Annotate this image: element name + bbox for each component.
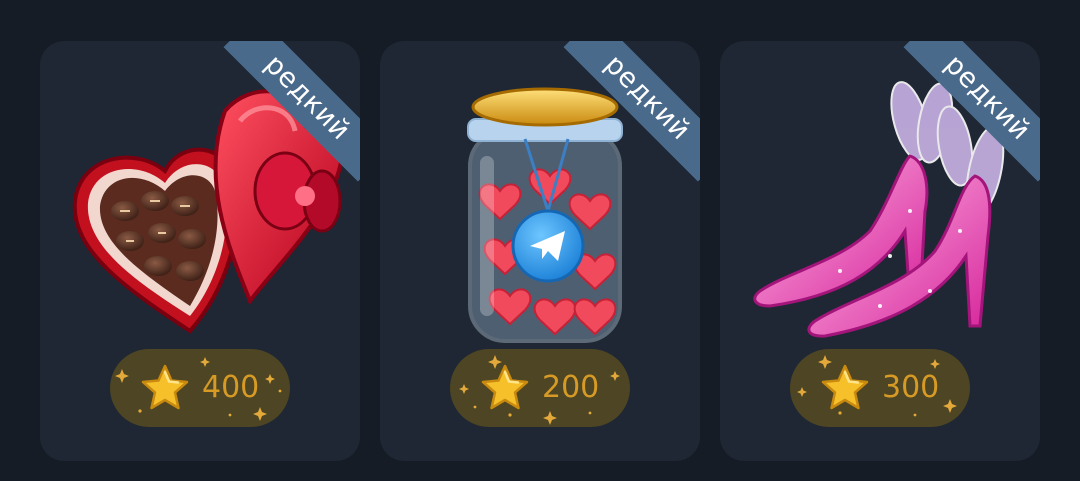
- star-icon: [481, 364, 529, 410]
- price-value: 200: [542, 370, 600, 405]
- price-value: 300: [882, 370, 940, 405]
- gift-card-jar[interactable]: редкий 200: [380, 41, 700, 461]
- gift-card-chocolates[interactable]: редкий 400: [40, 41, 360, 461]
- sparkles-decoration: [115, 357, 282, 421]
- price-button[interactable]: 400: [110, 349, 290, 427]
- price-button[interactable]: 200: [450, 349, 630, 427]
- gift-card-shoes[interactable]: редкий 300: [720, 41, 1040, 461]
- gifts-row: редкий 400 редкий 200 редкий 300: [0, 0, 1080, 481]
- sparkles-decoration: [797, 355, 957, 417]
- price-button[interactable]: 300: [790, 349, 970, 427]
- sparkles-decoration: [459, 355, 620, 425]
- star-icon: [141, 364, 189, 410]
- star-icon: [821, 364, 869, 410]
- price-value: 400: [202, 370, 260, 405]
